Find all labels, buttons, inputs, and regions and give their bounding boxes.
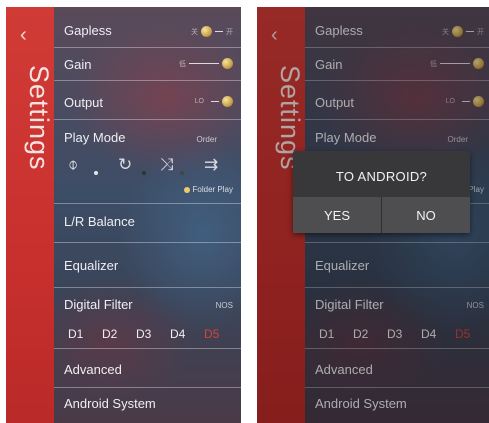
divider [54,287,241,288]
play-mode-selector: ⌽ ↻ ⤨ ⇉ [68,155,231,179]
toggle-knob-icon [201,26,212,37]
divider [54,348,241,349]
gain-slider[interactable]: 低 [179,58,233,69]
output-toggle[interactable]: LO [195,96,233,107]
folder-play-label: Folder Play [192,185,233,194]
digital-filter-value: NOS [215,301,233,310]
slider-knob-icon[interactable] [222,58,233,69]
output-lo-label: LO [194,98,204,105]
mode-dot [180,171,184,175]
equalizer-item[interactable]: Equalizer [64,258,241,273]
shuffle-icon[interactable]: ⤨ [160,155,174,175]
filter-option-d2[interactable]: D2 [102,327,117,341]
divider [54,47,241,48]
folder-play-dot-icon [183,186,190,193]
mode-dot [142,171,146,175]
filter-option-d4[interactable]: D4 [170,327,185,341]
lr-balance-item[interactable]: L/R Balance [64,214,241,229]
toggle-track [211,101,219,102]
page-title: Settings [24,65,54,171]
android-system-item[interactable]: Android System [64,396,241,411]
repeat-icon[interactable]: ↻ [118,155,132,175]
yes-button[interactable]: YES [293,197,381,233]
dialog-title: TO ANDROID? [335,169,428,184]
digital-filter-label: Digital Filter [64,297,133,312]
slider-track [189,63,219,64]
divider [54,203,241,204]
single-repeat-icon[interactable]: ⌽ [68,155,78,175]
settings-screen-with-dialog: ‹ Settings Gapless 关 开 Gain 低 Output LO … [257,7,489,423]
settings-screen: ‹ Settings Gapless 关 开 Gain 低 Output LO … [6,7,241,423]
toggle-knob-icon [222,96,233,107]
folder-play-option[interactable]: Folder Play [183,185,233,194]
filter-option-d1[interactable]: D1 [68,327,83,341]
gain-low-label: 低 [179,60,186,68]
settings-sidebar: ‹ Settings [6,7,54,423]
gapless-on-label: 开 [226,28,233,36]
settings-list: Gapless 关 开 Gain 低 Output LO Play Mode O… [54,7,241,423]
divider [54,119,241,120]
divider [54,242,241,243]
filter-option-d3[interactable]: D3 [136,327,151,341]
advanced-item[interactable]: Advanced [64,362,241,377]
selected-mode-dot [94,171,98,175]
confirm-dialog: TO ANDROID? YES NO [293,151,470,233]
divider [54,387,241,388]
filter-option-d5-selected[interactable]: D5 [204,327,219,341]
dialog-buttons: YES NO [293,197,470,233]
toggle-track [215,31,223,32]
gapless-off-label: 关 [191,28,198,36]
order-icon[interactable]: ⇉ [204,155,218,175]
digital-filter-options: D1 D2 D3 D4 D5 [68,327,231,343]
no-button[interactable]: NO [382,197,470,233]
play-mode-value: Order [196,135,217,144]
divider [54,80,241,81]
back-chevron-icon[interactable]: ‹ [20,25,27,45]
gapless-toggle[interactable]: 关 开 [191,26,233,37]
